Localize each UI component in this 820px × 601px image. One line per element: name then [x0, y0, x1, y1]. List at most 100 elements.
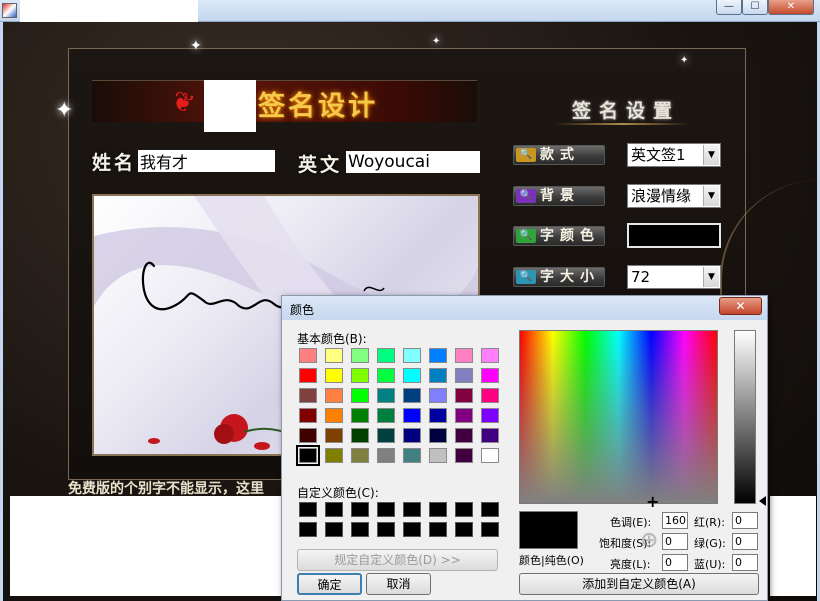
basic-color-swatch[interactable]: [325, 348, 343, 363]
luminance-slider[interactable]: [734, 330, 756, 504]
basic-color-swatch[interactable]: [481, 408, 499, 423]
font-size-button[interactable]: 🔍 字大小: [513, 267, 605, 287]
basic-color-swatch[interactable]: [455, 368, 473, 383]
basic-color-swatch[interactable]: [481, 368, 499, 383]
custom-color-swatch[interactable]: [429, 502, 447, 517]
basic-color-swatch[interactable]: [429, 368, 447, 383]
basic-color-swatch[interactable]: [403, 348, 421, 363]
basic-color-swatch[interactable]: [351, 348, 369, 363]
basic-color-swatch[interactable]: [325, 448, 343, 463]
blue-input[interactable]: 0: [732, 554, 758, 571]
basic-color-swatch[interactable]: [351, 448, 369, 463]
basic-color-swatch[interactable]: [299, 368, 317, 383]
custom-color-swatch[interactable]: [377, 502, 395, 517]
chevron-down-icon[interactable]: ▼: [703, 186, 719, 206]
basic-color-swatch[interactable]: [377, 388, 395, 403]
basic-color-swatch[interactable]: [351, 428, 369, 443]
basic-color-swatch[interactable]: [455, 348, 473, 363]
custom-color-swatch[interactable]: [429, 522, 447, 537]
english-label: 英文: [298, 154, 343, 176]
basic-color-swatch[interactable]: [299, 428, 317, 443]
custom-color-swatch[interactable]: [299, 502, 317, 517]
custom-color-swatch[interactable]: [299, 522, 317, 537]
custom-color-swatch[interactable]: [481, 502, 499, 517]
basic-color-swatch[interactable]: [481, 428, 499, 443]
basic-color-swatch[interactable]: [299, 348, 317, 363]
ok-button[interactable]: 确定: [297, 573, 362, 595]
red-input[interactable]: 0: [732, 512, 758, 529]
basic-color-swatch[interactable]: [377, 368, 395, 383]
custom-color-swatch[interactable]: [455, 522, 473, 537]
basic-color-swatch[interactable]: [325, 368, 343, 383]
custom-color-swatch[interactable]: [351, 502, 369, 517]
settings-divider: [555, 123, 690, 125]
custom-color-swatch[interactable]: [403, 522, 421, 537]
background-button[interactable]: 🔍 背景: [513, 186, 605, 206]
sparkle-icon: ✦: [190, 38, 202, 54]
basic-color-swatch[interactable]: [455, 448, 473, 463]
basic-color-swatch[interactable]: [296, 445, 320, 466]
define-custom-colors-button[interactable]: 规定自定义颜色(D) >>: [297, 549, 498, 571]
dialog-close-button[interactable]: ✕: [719, 297, 762, 315]
basic-color-swatch[interactable]: [351, 408, 369, 423]
basic-color-swatch[interactable]: [351, 388, 369, 403]
english-input[interactable]: [346, 151, 480, 173]
maximize-button[interactable]: ☐: [742, 0, 768, 15]
basic-color-swatch[interactable]: [429, 428, 447, 443]
cancel-button[interactable]: 取消: [366, 573, 431, 595]
font-size-dropdown[interactable]: 72 ▼: [627, 265, 721, 289]
basic-color-swatch[interactable]: [455, 408, 473, 423]
basic-color-swatch[interactable]: [377, 408, 395, 423]
name-input[interactable]: [138, 150, 275, 172]
basic-color-swatch[interactable]: [325, 388, 343, 403]
basic-color-swatch[interactable]: [403, 388, 421, 403]
green-input[interactable]: 0: [732, 533, 758, 550]
chevron-down-icon[interactable]: ▼: [703, 145, 719, 165]
close-button[interactable]: ✕: [768, 0, 814, 15]
luminance-input[interactable]: 0: [662, 554, 688, 571]
saturation-input[interactable]: 0: [662, 533, 688, 550]
custom-color-swatch[interactable]: [481, 522, 499, 537]
basic-color-swatch[interactable]: [403, 448, 421, 463]
basic-color-swatch[interactable]: [429, 388, 447, 403]
custom-color-swatch[interactable]: [351, 522, 369, 537]
basic-color-swatch[interactable]: [377, 428, 395, 443]
background-dropdown[interactable]: 浪漫情缘 ▼: [627, 184, 721, 208]
custom-color-swatch[interactable]: [455, 502, 473, 517]
font-color-label: 字颜色: [540, 228, 600, 244]
add-to-custom-colors-button[interactable]: 添加到自定义颜色(A): [519, 573, 759, 595]
basic-color-swatch[interactable]: [429, 448, 447, 463]
basic-color-swatch[interactable]: [325, 428, 343, 443]
basic-color-swatch[interactable]: [377, 348, 395, 363]
hue-input[interactable]: 160: [662, 512, 688, 529]
basic-color-swatch[interactable]: [403, 408, 421, 423]
basic-color-swatch[interactable]: [429, 348, 447, 363]
basic-color-swatch[interactable]: [325, 408, 343, 423]
basic-color-swatch[interactable]: [429, 408, 447, 423]
basic-color-swatch[interactable]: [481, 388, 499, 403]
minimize-button[interactable]: —: [716, 0, 742, 15]
style-dropdown[interactable]: 英文签1 ▼: [627, 143, 721, 167]
custom-color-swatch[interactable]: [325, 522, 343, 537]
custom-color-swatch[interactable]: [325, 502, 343, 517]
luminance-arrow-icon[interactable]: [759, 496, 766, 506]
basic-color-swatch[interactable]: [455, 428, 473, 443]
basic-color-swatch[interactable]: [403, 428, 421, 443]
chevron-down-icon[interactable]: ▼: [703, 267, 719, 287]
basic-color-swatch[interactable]: [299, 408, 317, 423]
custom-colors-grid: [299, 502, 499, 537]
basic-color-swatch[interactable]: [481, 448, 499, 463]
basic-color-swatch[interactable]: [351, 368, 369, 383]
color-spectrum[interactable]: [519, 330, 718, 504]
basic-color-swatch[interactable]: [455, 388, 473, 403]
basic-color-swatch[interactable]: [481, 348, 499, 363]
custom-color-swatch[interactable]: [377, 522, 395, 537]
basic-color-swatch[interactable]: [377, 448, 395, 463]
style-button[interactable]: 🔍 款式: [513, 145, 605, 165]
custom-color-swatch[interactable]: [403, 502, 421, 517]
basic-color-swatch[interactable]: [403, 368, 421, 383]
dialog-title-bar[interactable]: 颜色 ✕: [282, 296, 767, 320]
basic-color-swatch[interactable]: [299, 388, 317, 403]
font-color-button[interactable]: 🔍 字颜色: [513, 226, 605, 246]
font-color-swatch[interactable]: [627, 223, 721, 248]
